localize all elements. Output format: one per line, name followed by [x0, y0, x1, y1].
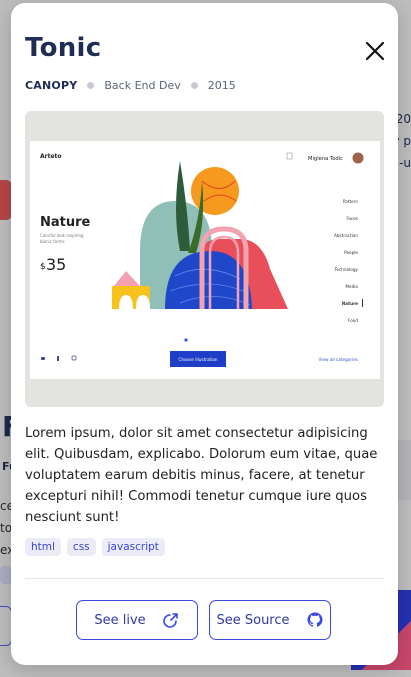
preview-category: Abstraction	[334, 233, 358, 238]
preview-price-value: 35	[46, 255, 66, 274]
see-live-button[interactable]: See live	[76, 600, 198, 640]
meta-year: 2015	[207, 79, 236, 92]
meta-client: CANOPY	[25, 79, 78, 92]
tech-tags: html css javascript	[25, 538, 165, 556]
preview-webpage: Arteto Miglena Todic Nature Colorful loo…	[30, 141, 380, 379]
project-preview-image: Arteto Miglena Todic Nature Colorful loo…	[25, 111, 384, 407]
preview-category: Faces	[346, 216, 358, 221]
project-meta: CANOPY Back End Dev 2015	[25, 79, 236, 92]
tag-html: html	[25, 538, 61, 556]
meta-separator	[87, 82, 95, 89]
project-modal: Tonic CANOPY Back End Dev 2015 Arteto Mi…	[11, 3, 398, 665]
preview-cta-label: Choose Illustration	[178, 357, 217, 362]
see-live-label: See live	[94, 612, 146, 628]
meta-separator	[190, 82, 198, 89]
preview-category: Food	[348, 318, 358, 323]
preview-hero-sub: bionic forms	[40, 239, 65, 244]
preview-category: Media	[345, 284, 358, 289]
preview-slider-dot	[184, 338, 188, 342]
see-source-label: See Source	[216, 612, 290, 628]
close-icon	[365, 41, 385, 61]
see-source-button[interactable]: See Source	[209, 600, 331, 640]
preview-category-indicator	[362, 299, 363, 307]
tag-javascript: javascript	[101, 538, 165, 556]
preview-avatar	[352, 152, 364, 164]
preview-category-list: Pattern Faces Abstraction People Technol…	[334, 199, 359, 323]
preview-price-currency: $	[40, 262, 46, 272]
preview-user-name: Miglena Todic	[308, 156, 343, 162]
preview-social-icons	[41, 355, 77, 361]
preview-lock-icon	[286, 152, 293, 160]
preview-category: People	[344, 250, 358, 255]
preview-sun-shape	[191, 167, 239, 215]
preview-brand: Arteto	[40, 153, 62, 160]
preview-view-all: View all categories	[319, 357, 358, 362]
preview-category: Technology	[334, 267, 359, 272]
close-button[interactable]	[364, 40, 386, 62]
modal-actions: See live See Source	[76, 600, 331, 640]
project-description: Lorem ipsum, dolor sit amet consectetur …	[25, 426, 378, 525]
github-icon	[307, 612, 323, 627]
meta-role: Back End Dev	[104, 79, 181, 92]
preview-hero-sub: Colorful look inspiring	[40, 233, 84, 238]
preview-illustration: Arteto Miglena Todic Nature Colorful loo…	[40, 152, 364, 367]
modal-title: Tonic	[25, 33, 102, 63]
external-link-icon	[162, 613, 178, 628]
preview-triangle	[114, 271, 140, 286]
preview-category: Nature	[342, 301, 358, 306]
preview-hero-title: Nature	[40, 215, 91, 230]
tag-css: css	[66, 538, 96, 556]
preview-category: Pattern	[343, 199, 358, 204]
divider	[25, 578, 384, 579]
